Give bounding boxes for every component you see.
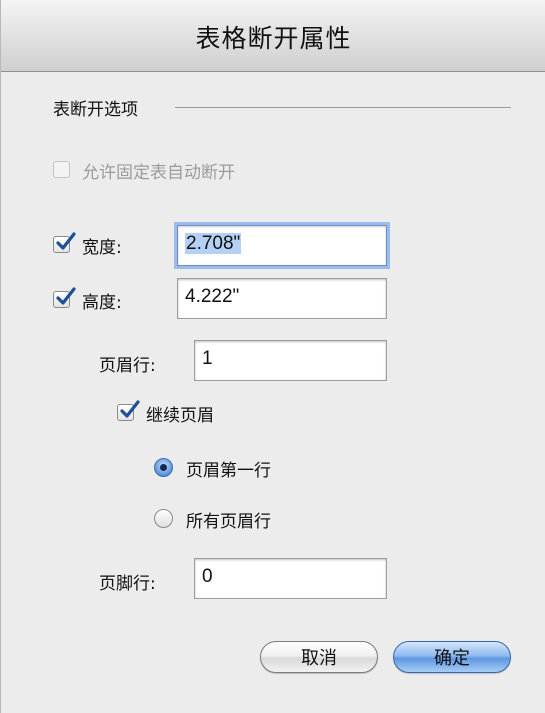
allow-fixed-break-checkbox[interactable] <box>53 161 70 178</box>
width-input[interactable]: 2.708" <box>177 225 387 266</box>
checkmark-icon <box>56 232 76 250</box>
continue-header-label: 继续页眉 <box>146 406 214 426</box>
height-input[interactable]: 4.222" <box>177 278 387 319</box>
width-checkbox[interactable] <box>53 232 76 253</box>
height-label: 高度: <box>82 293 122 313</box>
checkmark-icon <box>120 400 140 418</box>
dialog-title: 表格断开属性 <box>195 23 352 53</box>
section-label: 表断开选项 <box>53 100 138 120</box>
header-rows-input[interactable]: 1 <box>194 340 387 381</box>
ok-button[interactable]: 确定 <box>393 641 511 673</box>
footer-rows-value: 0 <box>202 566 213 587</box>
header-all-rows-radio[interactable] <box>154 509 173 528</box>
height-value: 4.222" <box>185 286 240 307</box>
section-divider <box>175 107 511 108</box>
width-value: 2.708" <box>185 233 242 254</box>
title-bar[interactable]: 表格断开属性 <box>1 0 545 72</box>
header-first-row-label: 页眉第一行 <box>186 461 271 481</box>
checkmark-icon <box>56 287 76 305</box>
footer-rows-label: 页脚行: <box>99 574 156 594</box>
header-rows-label: 页眉行: <box>99 356 156 376</box>
continue-header-checkbox[interactable] <box>117 400 140 421</box>
footer-rows-input[interactable]: 0 <box>194 558 387 599</box>
radio-dot-icon <box>160 464 167 471</box>
table-break-properties-dialog: 表格断开属性 表断开选项 允许固定表自动断开 宽度: 2.708" 高度: 4.… <box>0 0 545 713</box>
header-all-rows-label: 所有页眉行 <box>186 512 271 532</box>
allow-fixed-break-label: 允许固定表自动断开 <box>82 163 235 183</box>
header-rows-value: 1 <box>202 348 213 369</box>
height-checkbox[interactable] <box>53 287 76 308</box>
header-first-row-radio[interactable] <box>154 458 173 477</box>
cancel-button[interactable]: 取消 <box>260 641 378 673</box>
width-label: 宽度: <box>82 238 122 258</box>
